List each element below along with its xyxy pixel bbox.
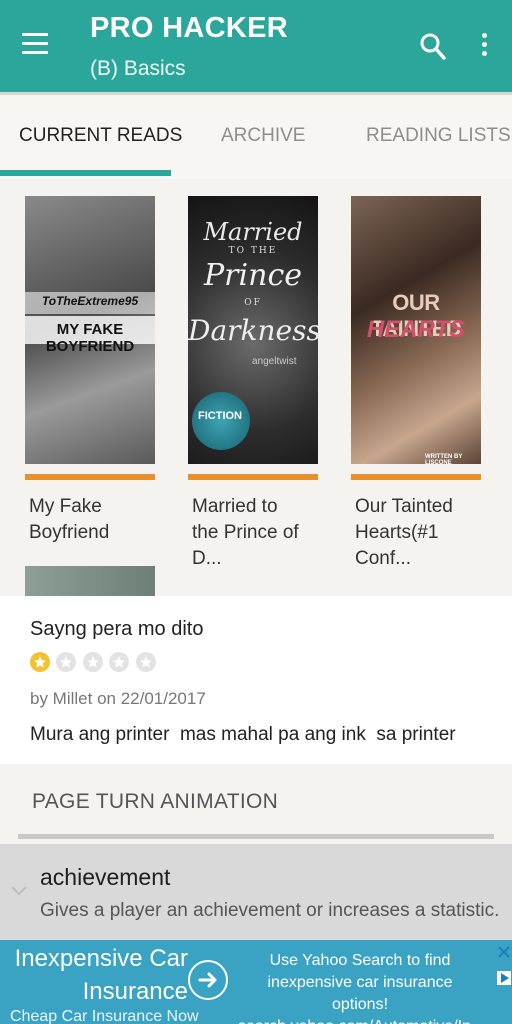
cover-title-line: HEARTS (366, 316, 466, 343)
divider (18, 834, 494, 839)
book-title[interactable]: My Fake Boyfriend (25, 494, 155, 546)
achievement-item[interactable]: achievement Gives a player an achievemen… (0, 844, 512, 940)
app-subtitle: (B) Basics (90, 57, 186, 80)
star-rating (30, 652, 158, 676)
cover-small-text: OF (244, 298, 262, 308)
book-card-married-to-the-prince[interactable]: Married TO THE Prince OF Darkness angelt… (188, 196, 318, 572)
page-turn-section: PAGE TURN ANIMATION (0, 764, 512, 844)
star-empty-icon (109, 652, 130, 672)
star-empty-icon (82, 652, 103, 672)
cover-author: WRITTEN BY LISCONE (425, 454, 463, 464)
reading-progress-bar (188, 474, 318, 480)
chevron-down-icon[interactable] (10, 884, 28, 902)
arrow-right-circle-icon[interactable] (188, 960, 228, 1000)
cover-small-text: TO THE (228, 246, 278, 256)
reading-progress-bar (25, 474, 155, 480)
tab-reading-lists[interactable]: READING LISTS (366, 125, 511, 147)
cover-title: MY FAKE BOYFRIEND (45, 321, 135, 355)
book-card-my-fake-boyfriend[interactable]: ToTheExtreme95 MY FAKE BOYFRIEND My Fake… (25, 196, 155, 546)
page-turn-title: PAGE TURN ANIMATION (32, 790, 279, 813)
search-icon[interactable] (418, 30, 448, 62)
review-card: Sayng pera mo dito by Millet on 22/01/20… (0, 596, 512, 764)
ad-choices-icon[interactable] (496, 970, 512, 986)
cover-title-line: Married (203, 218, 303, 246)
tab-current-reads[interactable]: CURRENT READS (19, 125, 182, 147)
achievement-description: Gives a player an achievement or increas… (40, 900, 500, 921)
book-cover-partial[interactable] (25, 566, 155, 596)
close-icon[interactable] (496, 944, 512, 960)
book-cover[interactable]: Married TO THE Prince OF Darkness angelt… (188, 196, 318, 464)
tab-indicator (0, 170, 171, 176)
cover-author: angeltwist (252, 356, 297, 367)
review-byline: by Millet on 22/01/2017 (30, 689, 206, 708)
book-card-our-tainted-hearts[interactable]: OUR TAINTED HEARTS WRITTEN BY LISCONE Ou… (351, 196, 481, 572)
tab-bar: CURRENT READS ARCHIVE READING LISTS (0, 92, 512, 179)
star-empty-icon (56, 652, 77, 672)
book-cover[interactable]: OUR TAINTED HEARTS WRITTEN BY LISCONE (351, 196, 481, 464)
reading-progress-bar (351, 474, 481, 480)
app-bar: PRO HACKER (B) Basics (0, 0, 512, 92)
app-title: PRO HACKER (90, 12, 288, 44)
cover-author: ToTheExtreme95 (41, 294, 139, 308)
fiction-badge: FICTION (192, 392, 250, 450)
hamburger-menu-icon[interactable] (22, 33, 48, 55)
review-body: Mura ang printer mas mahal pa ang ink sa… (30, 724, 456, 745)
ad-subline[interactable]: Cheap Car Insurance Now (10, 1008, 199, 1024)
book-cover[interactable]: ToTheExtreme95 MY FAKE BOYFRIEND (25, 196, 155, 464)
book-title[interactable]: Married to the Prince of D... (188, 494, 318, 572)
star-empty-icon (135, 652, 156, 672)
review-title: Sayng pera mo dito (30, 618, 204, 640)
ad-description[interactable]: Use Yahoo Search to find inexpensive car… (238, 950, 484, 1024)
tab-archive[interactable]: ARCHIVE (221, 125, 305, 147)
more-vert-icon[interactable] (476, 30, 492, 62)
book-title[interactable]: Our Tainted Hearts(#1 Conf... (351, 494, 481, 572)
ad-banner[interactable]: Inexpensive Car Insurance Cheap Car Insu… (0, 940, 512, 1024)
cover-title-line: Darkness (188, 314, 318, 347)
star-filled-icon (30, 652, 50, 672)
achievement-title: achievement (40, 864, 171, 890)
ad-headline[interactable]: Inexpensive Car Insurance (8, 942, 188, 1008)
cover-title-line: Prince (204, 258, 302, 293)
